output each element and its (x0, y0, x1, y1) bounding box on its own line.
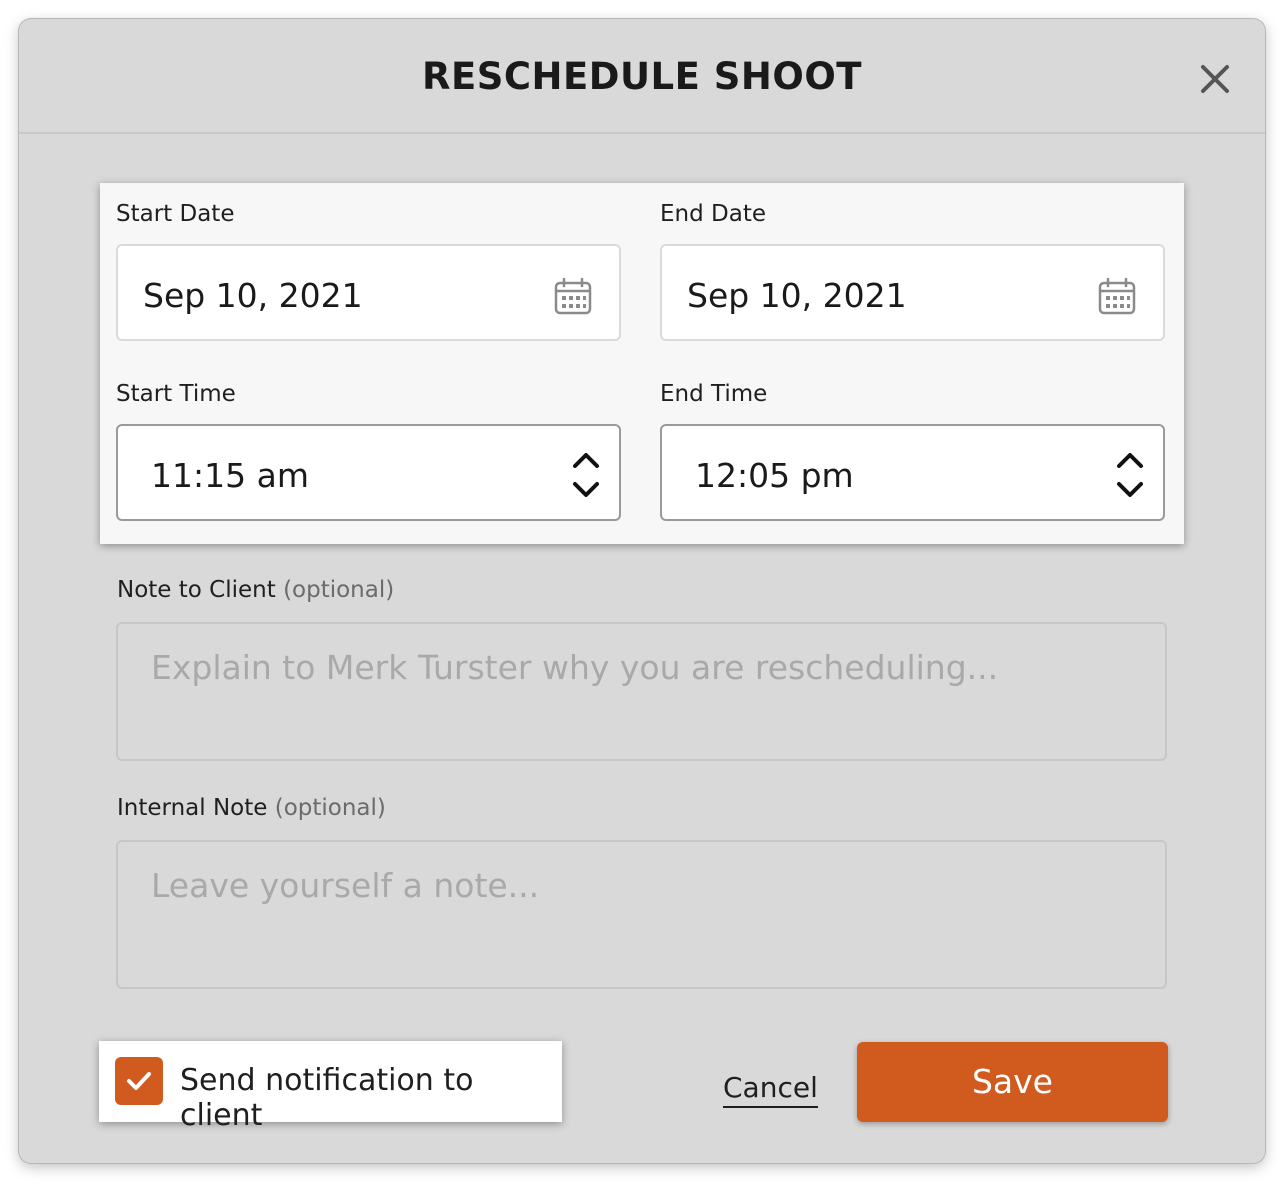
note-to-client-placeholder: Explain to Merk Turster why you are resc… (151, 648, 999, 687)
note-to-client-label: Note to Client (optional) (117, 577, 394, 603)
close-icon (1201, 65, 1229, 93)
end-time-value: 12:05 pm (695, 456, 854, 495)
send-notification-option[interactable]: Send notification to client (99, 1041, 562, 1133)
note-to-client-title: Note to Client (117, 577, 276, 603)
end-time-label: End Time (660, 381, 768, 407)
save-button[interactable]: Save (857, 1042, 1168, 1122)
send-notification-checkbox[interactable] (115, 1057, 163, 1105)
start-time-value: 11:15 am (151, 456, 309, 495)
calendar-icon[interactable] (1097, 276, 1137, 316)
calendar-icon[interactable] (553, 276, 593, 316)
optional-hint: (optional) (283, 577, 395, 603)
internal-note-label: Internal Note (optional) (117, 795, 386, 821)
dialog-title: RESCHEDULE SHOOT (421, 55, 863, 98)
internal-note-input[interactable]: Leave yourself a note... (116, 840, 1167, 989)
internal-note-title: Internal Note (117, 795, 268, 821)
cancel-button[interactable]: Cancel (723, 1071, 818, 1108)
schedule-panel: Start Date Sep 10, 2021 End Date Sep 10,… (100, 183, 1184, 544)
start-date-field[interactable]: Sep 10, 2021 (116, 244, 621, 341)
close-button[interactable] (1195, 59, 1235, 99)
up-down-stepper-icon[interactable] (1112, 446, 1148, 504)
end-time-field[interactable]: 12:05 pm (660, 424, 1165, 521)
end-date-value: Sep 10, 2021 (687, 276, 907, 315)
start-time-label: Start Time (116, 381, 236, 407)
optional-hint: (optional) (274, 795, 386, 821)
send-notification-label: Send notification to client (180, 1063, 474, 1133)
internal-note-placeholder: Leave yourself a note... (151, 866, 540, 905)
end-date-label: End Date (660, 201, 766, 227)
start-date-value: Sep 10, 2021 (143, 276, 363, 315)
dialog-header: RESCHEDULE SHOOT (19, 19, 1265, 134)
note-to-client-input[interactable]: Explain to Merk Turster why you are resc… (116, 622, 1167, 761)
end-date-field[interactable]: Sep 10, 2021 (660, 244, 1165, 341)
checkmark-icon (127, 1072, 151, 1090)
up-down-stepper-icon[interactable] (568, 446, 604, 504)
start-time-field[interactable]: 11:15 am (116, 424, 621, 521)
reschedule-dialog: RESCHEDULE SHOOT Start Date Sep 10, 2021 (19, 19, 1265, 1163)
start-date-label: Start Date (116, 201, 235, 227)
